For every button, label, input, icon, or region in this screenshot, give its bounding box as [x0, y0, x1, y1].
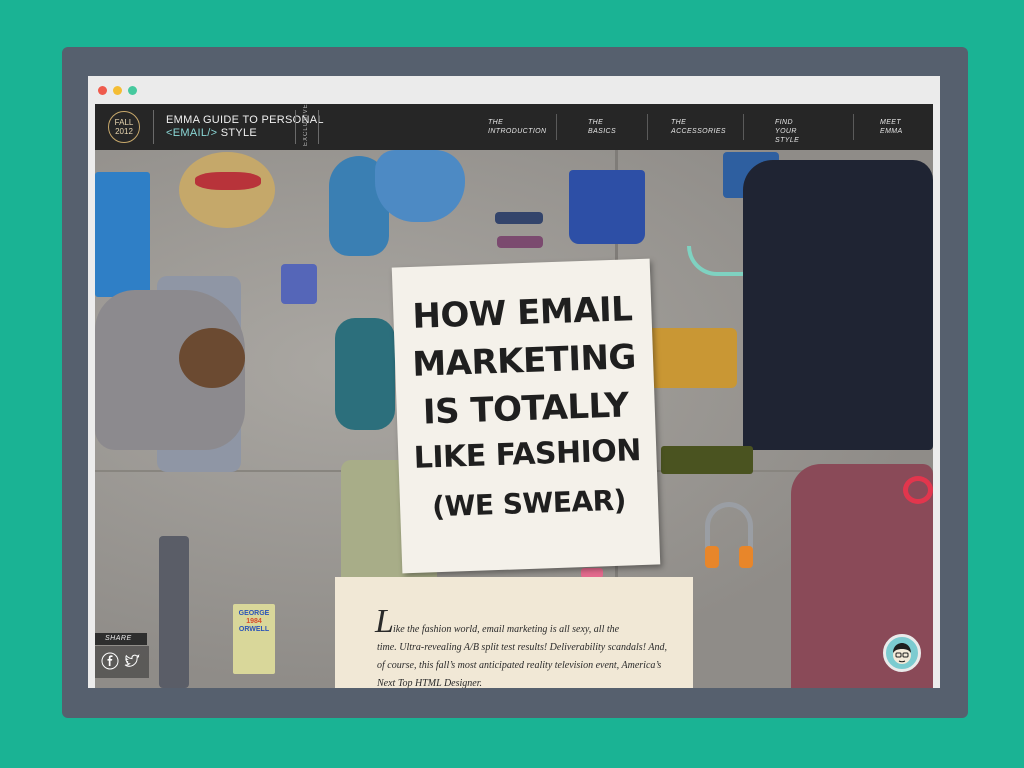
- nav-divider: [556, 114, 557, 140]
- nav-divider: [318, 110, 319, 144]
- site-logo[interactable]: EMMA GUIDE TO PERSONAL <EMAIL/> STYLE: [166, 114, 324, 140]
- article-intro: L ike the fashion world, email marketing…: [335, 577, 693, 688]
- article-dropcap: L: [375, 603, 394, 640]
- maximize-window-button[interactable]: [128, 86, 137, 95]
- nav-link-line: YOUR STYLE: [775, 128, 800, 144]
- blue-clutch-image: [95, 172, 150, 297]
- nav-link-line: FIND: [775, 119, 793, 126]
- nav-link-introduction[interactable]: THE INTRODUCTION: [488, 118, 546, 136]
- fringe-bag-image: [569, 170, 645, 244]
- nav-link-line: THE: [588, 119, 604, 126]
- share-icons: [95, 646, 149, 678]
- bangle-image: [903, 476, 933, 504]
- headphone-cup-image: [705, 546, 719, 568]
- nav-divider: [743, 114, 744, 140]
- hero-photo: GEORGE 1984 ORWELL HOW EMAIL MARKETING I…: [95, 150, 933, 688]
- site-navbar: FALL 2012 EMMA GUIDE TO PERSONAL <EMAIL/…: [95, 103, 933, 150]
- headline-poster: HOW EMAIL MARKETING IS TOTALLY LIKE FASH…: [391, 258, 661, 574]
- nav-link-accessories[interactable]: THE ACCESSORIES: [671, 118, 726, 136]
- straw-hat-image: [179, 152, 275, 228]
- tie-image: [159, 536, 189, 688]
- emma-avatar[interactable]: [883, 634, 921, 672]
- article-body: time. Ultra-revealing A/B split test res…: [377, 642, 667, 688]
- season-badge: FALL 2012: [108, 111, 140, 143]
- book-title-line: 1984: [246, 618, 262, 625]
- nav-link-basics[interactable]: THE BASICS: [588, 118, 616, 136]
- nav-link-find-your-style[interactable]: FIND YOUR STYLE: [775, 118, 799, 145]
- brand-style: STYLE: [220, 127, 258, 139]
- exclusive-tag: EXCLUSIVE: [303, 103, 309, 146]
- poster-line: MARKETING: [411, 337, 637, 385]
- share-widget: SHARE: [95, 633, 149, 688]
- browser-window: FALL 2012 EMMA GUIDE TO PERSONAL <EMAIL/…: [88, 76, 940, 688]
- nav-link-line: INTRODUCTION: [488, 128, 547, 135]
- badge-season: FALL: [114, 118, 134, 127]
- share-label: SHARE: [95, 633, 147, 645]
- article-first-line: ike the fashion world, email marketing i…: [393, 624, 620, 635]
- book-image: GEORGE 1984 ORWELL: [233, 604, 275, 674]
- poster-line: LIKE FASHION: [413, 433, 642, 476]
- nav-divider: [647, 114, 648, 140]
- window-titlebar: [88, 76, 940, 104]
- nav-link-line: THE: [488, 119, 504, 126]
- poster-line: HOW EMAIL: [411, 289, 633, 337]
- nav-link-line: THE: [671, 119, 687, 126]
- bow-tie-image: [495, 212, 543, 224]
- bow-tie-image: [497, 236, 543, 248]
- headphone-cup-image: [739, 546, 753, 568]
- poster-line: IS TOTALLY: [422, 385, 630, 433]
- nav-link-line: MEET: [880, 119, 902, 126]
- close-window-button[interactable]: [98, 86, 107, 95]
- facebook-icon[interactable]: [101, 652, 119, 670]
- nav-divider: [853, 114, 854, 140]
- nav-link-line: BASICS: [588, 128, 617, 135]
- poster-line: (WE SWEAR): [431, 483, 627, 524]
- nav-link-line: EMMA: [880, 128, 903, 135]
- book-title-line: GEORGE: [238, 610, 270, 617]
- nav-link-line: ACCESSORIES: [671, 128, 726, 135]
- emma-face-icon: [893, 643, 911, 664]
- badge-year: 2012: [115, 127, 133, 136]
- plaid-shirt-image: [281, 264, 317, 304]
- twitter-icon[interactable]: [123, 652, 141, 670]
- hat-band-image: [195, 172, 261, 190]
- nav-divider: [153, 110, 154, 144]
- book-title-line: ORWELL: [238, 626, 270, 633]
- blue-shoe-image: [375, 150, 465, 222]
- brand-code: <EMAIL/>: [166, 127, 218, 139]
- striped-socks-image: [335, 318, 395, 430]
- velvet-headband-image: [661, 446, 753, 474]
- nav-link-meet-emma[interactable]: MEET EMMA: [880, 118, 903, 136]
- person-head-image: [179, 328, 245, 388]
- nav-divider: [295, 110, 296, 144]
- minimize-window-button[interactable]: [113, 86, 122, 95]
- blazer-image: [743, 160, 933, 450]
- brand-title: EMMA GUIDE TO PERSONAL: [166, 114, 324, 126]
